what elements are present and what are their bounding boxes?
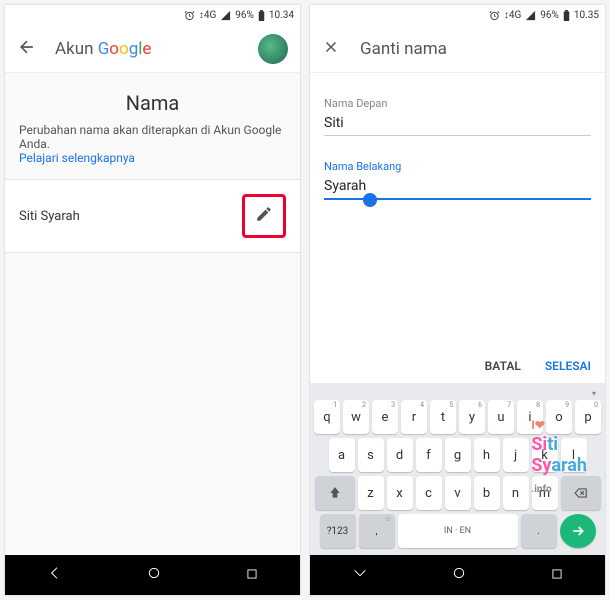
phone-right: ↕4G 96% 10.35 Ganti nama Nama Depan Nama…: [310, 5, 605, 595]
key-c[interactable]: c: [416, 476, 442, 510]
name-value: Siti Syarah: [19, 209, 242, 224]
key-shift[interactable]: [315, 476, 355, 510]
key-i[interactable]: i8: [517, 400, 543, 434]
key-period[interactable]: .: [521, 514, 557, 548]
key-comma[interactable]: ,☺: [359, 514, 395, 548]
appbar-title: Ganti nama: [360, 39, 593, 59]
back-icon[interactable]: [17, 37, 41, 61]
key-a[interactable]: a: [329, 438, 355, 472]
key-f[interactable]: f: [416, 438, 442, 472]
alarm-icon: [184, 10, 195, 21]
key-w[interactable]: w2: [343, 400, 369, 434]
key-p[interactable]: p0: [575, 400, 601, 434]
last-name-label: Nama Belakang: [324, 160, 591, 173]
status-bar: ↕4G 96% 10.34: [5, 5, 300, 25]
signal-icon: [220, 10, 231, 21]
keyboard: ▾ q1w2e3r4t5y6u7i8o9p0 asdfghjkl zxcvbnm…: [310, 383, 605, 555]
key-backspace[interactable]: [561, 476, 601, 510]
pencil-icon[interactable]: [255, 205, 273, 227]
key-o[interactable]: o9: [546, 400, 572, 434]
nav-home-icon[interactable]: [146, 565, 162, 585]
phone-left: ↕4G 96% 10.34 Akun Google Nama Perubahan…: [5, 5, 300, 595]
key-t[interactable]: t5: [430, 400, 456, 434]
nav-recent-icon[interactable]: [245, 566, 259, 585]
key-n[interactable]: n: [503, 476, 529, 510]
key-e[interactable]: e3: [372, 400, 398, 434]
network-icon: ↕4G: [199, 10, 216, 21]
learn-more-link[interactable]: Pelajari selengkapnya: [19, 151, 135, 165]
status-bar: ↕4G 96% 10.35: [310, 5, 605, 25]
action-row: BATAL SELESAI: [310, 351, 605, 383]
done-button[interactable]: SELESAI: [545, 359, 591, 373]
key-d[interactable]: d: [387, 438, 413, 472]
app-bar: Akun Google: [5, 25, 300, 73]
key-enter[interactable]: [560, 514, 596, 548]
key-q[interactable]: q1: [314, 400, 340, 434]
clock-time: 10.34: [269, 10, 294, 21]
nav-recent-icon[interactable]: [550, 566, 564, 585]
appbar-title: Akun Google: [55, 39, 244, 59]
page-title: Nama: [5, 73, 300, 123]
network-icon: ↕4G: [504, 10, 521, 21]
app-bar: Ganti nama: [310, 25, 605, 73]
form-area: Nama Depan Nama Belakang: [310, 73, 605, 351]
nav-home-icon[interactable]: [451, 565, 467, 585]
close-icon[interactable]: [322, 38, 346, 60]
key-s[interactable]: s: [358, 438, 384, 472]
key-z[interactable]: z: [358, 476, 384, 510]
description: Perubahan nama akan diterapkan di Akun G…: [5, 123, 300, 179]
clock-time: 10.35: [574, 10, 599, 21]
text-cursor-handle[interactable]: [363, 193, 377, 207]
nav-bar: [310, 555, 605, 595]
key-b[interactable]: b: [474, 476, 500, 510]
key-u[interactable]: u7: [488, 400, 514, 434]
battery-percent: 96%: [540, 10, 559, 21]
cancel-button[interactable]: BATAL: [485, 359, 521, 373]
battery-icon: [258, 10, 265, 21]
content-area: Nama Perubahan nama akan diterapkan di A…: [5, 73, 300, 555]
first-name-input[interactable]: [324, 110, 591, 136]
battery-icon: [563, 10, 570, 21]
alarm-icon: [489, 10, 500, 21]
signal-icon: [525, 10, 536, 21]
key-v[interactable]: v: [445, 476, 471, 510]
key-space[interactable]: IN · EN: [398, 514, 518, 548]
nav-back-icon[interactable]: [47, 565, 63, 585]
key-r[interactable]: r4: [401, 400, 427, 434]
key-g[interactable]: g: [445, 438, 471, 472]
key-h[interactable]: h: [474, 438, 500, 472]
key-x[interactable]: x: [387, 476, 413, 510]
key-k[interactable]: k: [532, 438, 558, 472]
key-y[interactable]: y6: [459, 400, 485, 434]
keyboard-collapse-icon[interactable]: ▾: [592, 389, 596, 398]
key-symbols[interactable]: ?123: [320, 514, 356, 548]
edit-highlight: [242, 194, 286, 238]
key-m[interactable]: m: [532, 476, 558, 510]
battery-percent: 96%: [235, 10, 254, 21]
name-row[interactable]: Siti Syarah: [5, 179, 300, 253]
avatar[interactable]: [258, 34, 288, 64]
nav-back-icon[interactable]: [352, 565, 368, 585]
nav-bar: [5, 555, 300, 595]
key-j[interactable]: j: [503, 438, 529, 472]
first-name-label: Nama Depan: [324, 97, 591, 110]
key-l[interactable]: l: [561, 438, 587, 472]
